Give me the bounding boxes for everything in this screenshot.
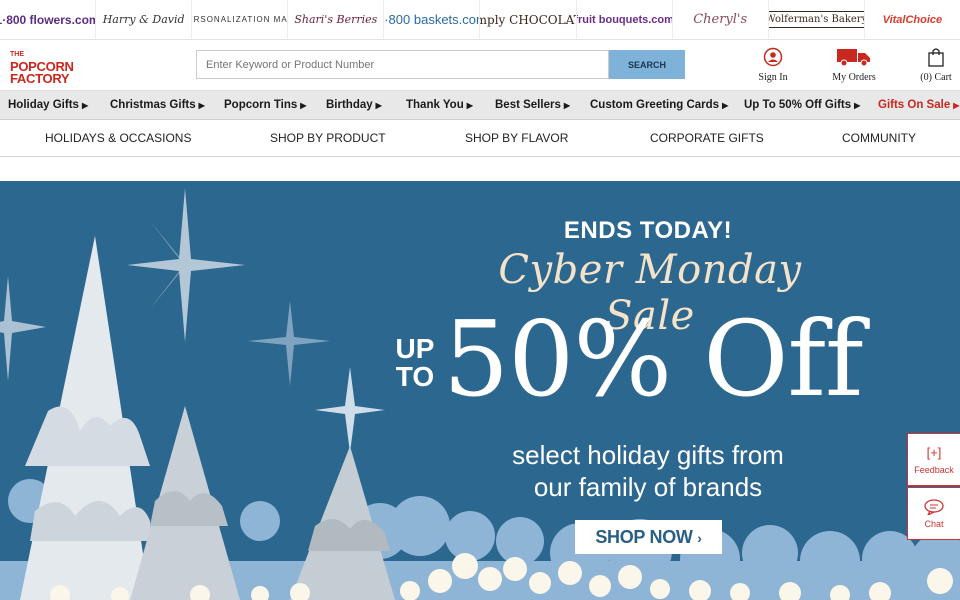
nav-label: Gifts On Sale <box>878 99 951 111</box>
caret-right-icon: ▶ <box>198 101 205 110</box>
up-to-text: UP TO <box>391 335 439 391</box>
to-text: TO <box>395 361 435 392</box>
nav-shop-by-flavor[interactable]: SHOP BY FLAVOR <box>465 121 568 156</box>
chat-bubble-icon <box>924 498 944 515</box>
shopping-bag-icon <box>928 46 944 68</box>
up-text: UP <box>395 333 435 364</box>
brand-link-simply-chocolate[interactable]: simply CHOCOLATE <box>480 0 577 39</box>
feedback-label: Feedback <box>914 464 954 475</box>
ends-today-text: ENDS TODAY! <box>563 217 733 244</box>
nav-item-popcorn-tins[interactable]: Popcorn Tins ▶ <box>224 91 306 120</box>
brand-logo-fruit-bouquets: fruit bouquets.com <box>576 13 673 26</box>
plus-bracket-icon: [+] <box>926 445 942 460</box>
nav-item-thank-you[interactable]: Thank You ▶ <box>406 91 473 120</box>
brand-link-harry-david[interactable]: Harry & David <box>96 0 193 39</box>
shop-now-button[interactable]: SHOP NOW › <box>575 520 722 554</box>
brand-logo-cheryls: Cheryl's <box>693 12 748 27</box>
brand-logo-personalization-mall: PERSONALIZATION MALL <box>192 15 288 24</box>
nav-item-holiday-gifts[interactable]: Holiday Gifts ▶ <box>8 91 88 120</box>
secondary-nav: HOLIDAYS & OCCASIONS SHOP BY PRODUCT SHO… <box>0 121 960 157</box>
star-small-decoration <box>248 301 330 386</box>
logo-line2: FACTORY <box>10 71 70 86</box>
nav-item-up-to-50-off[interactable]: Up To 50% Off Gifts ▶ <box>744 91 860 120</box>
sign-in-link[interactable]: Sign In <box>755 46 791 83</box>
brand-link-fruit-bouquets[interactable]: fruit bouquets.com <box>577 0 673 39</box>
brand-logo-1800flowers: 1·800 flowers.com <box>0 12 97 27</box>
star-large-decoration <box>127 188 245 342</box>
nav-label: Up To 50% Off Gifts <box>744 99 852 111</box>
brand-link-vitalchoice[interactable]: VitalChoice <box>865 0 960 39</box>
nav-item-gifts-on-sale[interactable]: Gifts On Sale ▶ <box>878 91 959 120</box>
primary-nav: Holiday Gifts ▶ Christmas Gifts ▶ Popcorn … <box>0 90 960 120</box>
shop-now-label: SHOP NOW <box>595 527 693 547</box>
discount-headline: 50% Off <box>443 298 863 420</box>
chat-tab[interactable]: Chat <box>907 487 960 540</box>
hero-subtext-line2: our family of brands <box>533 472 763 502</box>
brand-logo-sharis-berries: Shari's Berries <box>294 13 378 26</box>
cart-label: (0) Cart <box>920 72 952 83</box>
star-tree-top-decoration <box>315 367 385 453</box>
nav-shop-by-product[interactable]: SHOP BY PRODUCT <box>270 121 386 156</box>
feedback-tab[interactable]: [+] Feedback <box>907 433 960 486</box>
paper-trees-decoration <box>20 236 395 600</box>
brand-link-1800baskets[interactable]: 1·800 baskets.com <box>384 0 481 39</box>
caret-right-icon: ▶ <box>466 101 473 110</box>
nav-item-christmas-gifts[interactable]: Christmas Gifts ▶ <box>110 91 205 120</box>
brand-link-personalization-mall[interactable]: PERSONALIZATION MALL <box>192 0 289 39</box>
nav-label: Birthday <box>326 99 373 111</box>
my-orders-label: My Orders <box>832 72 876 83</box>
nav-label: Popcorn Tins <box>224 99 298 111</box>
search-input[interactable] <box>196 50 609 79</box>
brand-link-1800flowers[interactable]: 1·800 flowers.com <box>0 0 97 39</box>
sign-in-label: Sign In <box>758 72 788 83</box>
nav-label: Holiday Gifts <box>8 99 79 111</box>
caret-right-icon: ▶ <box>81 101 89 110</box>
nav-community[interactable]: COMMUNITY <box>842 121 916 156</box>
brand-logo-harry-david: Harry & David <box>102 13 185 26</box>
caret-right-icon: ▶ <box>300 101 307 110</box>
hero-subtext: select holiday gifts from our family of … <box>470 439 826 503</box>
caret-right-icon: ▶ <box>854 101 861 110</box>
brand-logo-simply-chocolate: simply CHOCOLATE <box>480 12 575 27</box>
truck-icon <box>837 46 871 68</box>
nav-label: Best Sellers <box>495 99 561 111</box>
popcorn-factory-logo[interactable]: THE POPCORN FACTORY <box>10 49 74 85</box>
chat-label: Chat <box>924 518 944 529</box>
my-orders-link[interactable]: My Orders <box>826 46 882 83</box>
hero-subtext-line1: select holiday gifts from <box>512 440 784 470</box>
brand-logo-wolfermans: Wolferman's Bakery <box>768 11 864 28</box>
nav-label: Custom Greeting Cards <box>590 99 720 111</box>
brand-logo-1800baskets: 1·800 baskets.com <box>384 12 481 27</box>
nav-item-custom-greeting-cards[interactable]: Custom Greeting Cards ▶ <box>590 91 728 120</box>
family-brands-bar: 1·800 flowers.com Harry & David PERSONAL… <box>0 0 960 40</box>
caret-right-icon: ▶ <box>953 101 960 110</box>
brand-logo-vitalchoice: VitalChoice <box>882 13 943 26</box>
nav-holidays-occasions[interactable]: HOLIDAYS & OCCASIONS <box>45 121 191 156</box>
chevron-right-icon: › <box>697 530 702 546</box>
nav-label: Christmas Gifts <box>110 99 196 111</box>
star-left-decoration <box>0 276 46 381</box>
search-button[interactable]: SEARCH <box>609 50 685 79</box>
brand-link-cheryls[interactable]: Cheryl's <box>673 0 769 39</box>
user-icon <box>763 46 783 68</box>
caret-right-icon: ▶ <box>722 101 729 110</box>
nav-item-best-sellers[interactable]: Best Sellers ▶ <box>495 91 570 120</box>
caret-right-icon: ▶ <box>375 101 382 110</box>
brand-link-wolfermans[interactable]: Wolferman's Bakery <box>768 0 865 39</box>
nav-item-birthday[interactable]: Birthday ▶ <box>326 91 382 120</box>
caret-right-icon: ▶ <box>563 101 571 110</box>
nav-corporate-gifts[interactable]: CORPORATE GIFTS <box>650 121 764 156</box>
site-header: THE POPCORN FACTORY SEARCH Sign In My Or… <box>0 40 960 90</box>
cart-link[interactable]: (0) Cart <box>915 46 957 83</box>
cyber-monday-hero-banner[interactable]: ENDS TODAY! Cyber Monday Sale UP TO 50% … <box>0 181 960 600</box>
brand-link-sharis-berries[interactable]: Shari's Berries <box>288 0 385 39</box>
nav-label: Thank You <box>406 99 464 111</box>
